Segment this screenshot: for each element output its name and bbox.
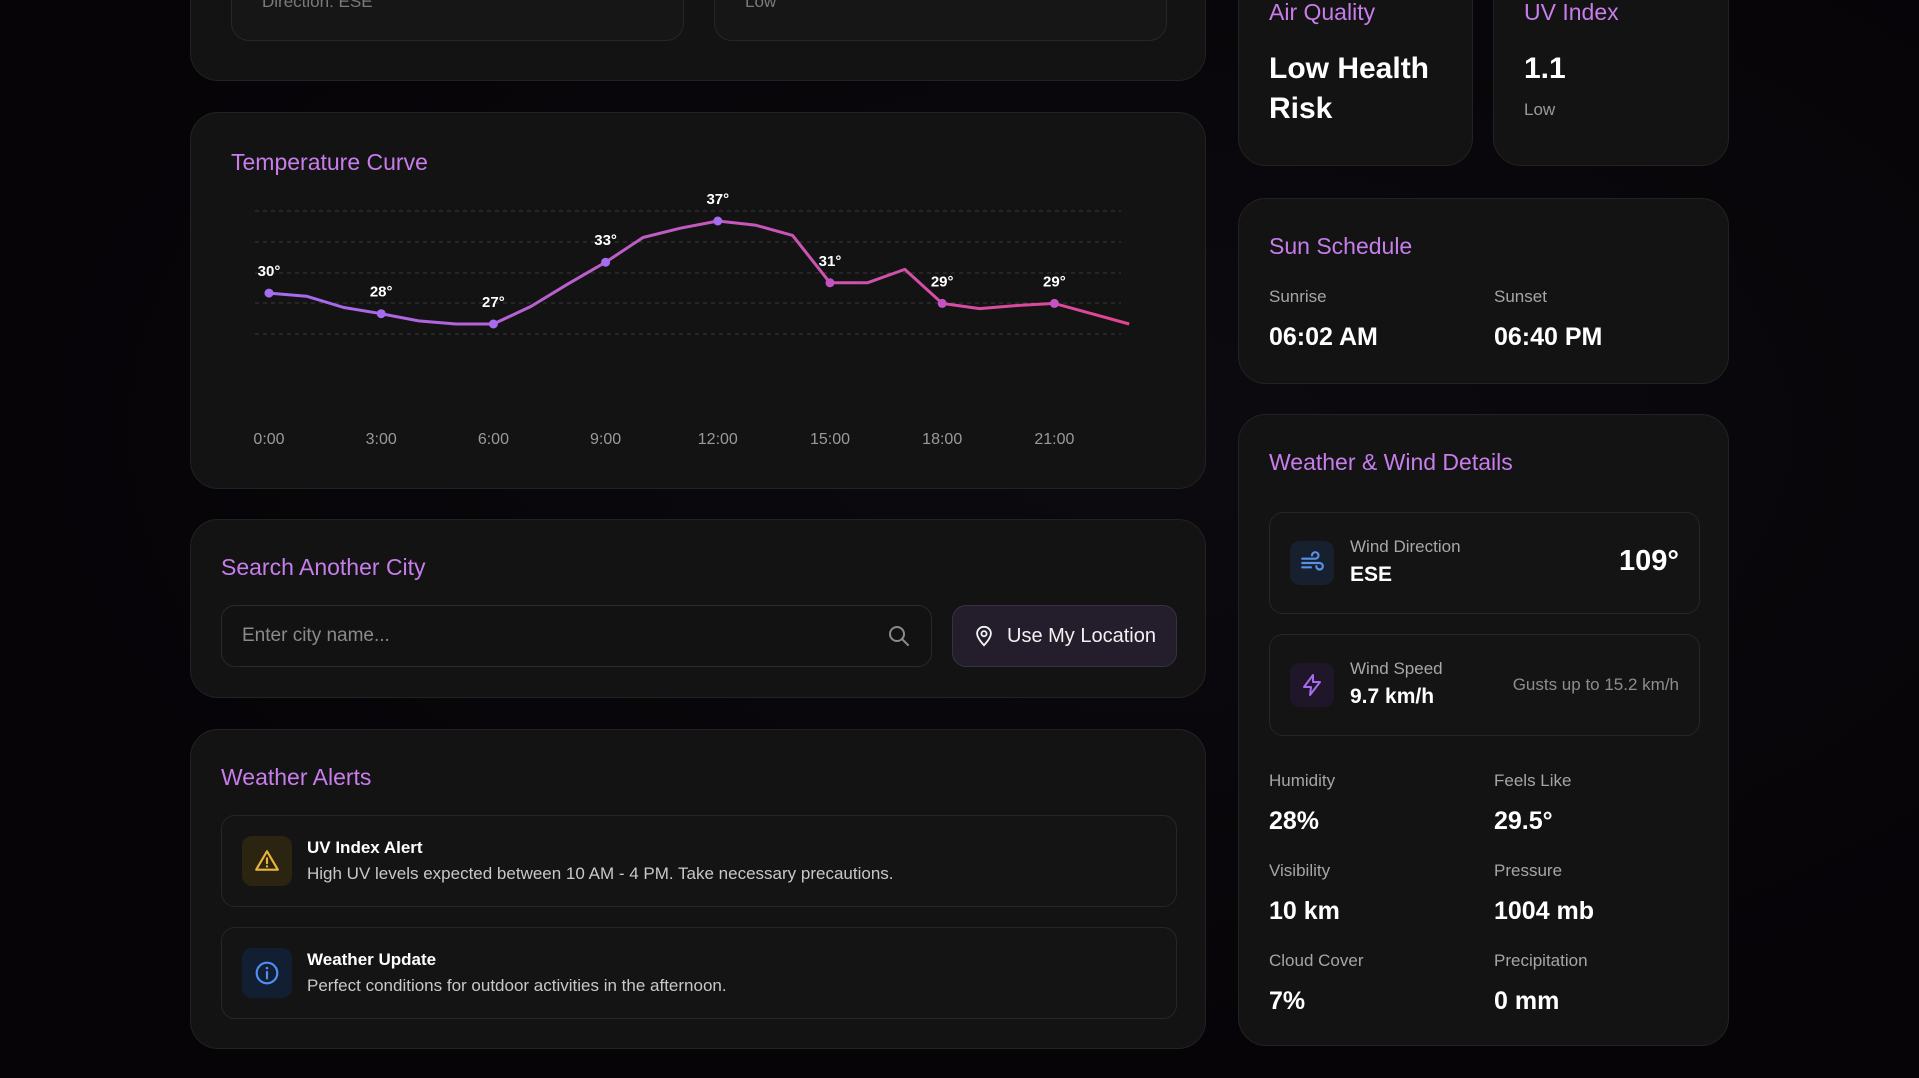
info-icon-wrap: [242, 948, 292, 998]
data-point[interactable]: [601, 257, 611, 267]
data-point[interactable]: [376, 309, 386, 319]
sunrise-value: 06:02 AM: [1269, 323, 1378, 351]
lightning-icon: [1303, 674, 1321, 696]
feels-like-value: 29.5°: [1494, 807, 1553, 835]
wind-direction-label: Wind Direction: [1350, 537, 1461, 556]
temperature-chart: 30° 28° 27° 33° 37° 31° 29° 29° 0:00 3:00 6:00 9:0…: [253, 191, 1130, 448]
lightning-icon-wrap: [1290, 663, 1334, 707]
wind-speed-label: Wind Speed: [1350, 659, 1443, 678]
uv-index-card: UV Index 1.1 Low: [1493, 0, 1729, 166]
air-quality-card: Air Quality Low Health Risk: [1238, 0, 1473, 166]
wind-icon: [1301, 551, 1324, 571]
data-point[interactable]: [1049, 298, 1059, 308]
pressure-label: Pressure: [1494, 861, 1563, 880]
precipitation-label: Precipitation: [1494, 951, 1588, 970]
data-label: 31°: [819, 253, 842, 270]
visibility-label: Visibility: [1269, 861, 1331, 880]
feels-like-label: Feels Like: [1494, 771, 1572, 790]
data-label: 28°: [370, 284, 393, 301]
uv-index-value: 1.1: [1524, 52, 1566, 85]
search-icon[interactable]: [887, 624, 911, 648]
wind-summary-card: Direction: ESE Low: [190, 0, 1206, 81]
x-tick-label: 6:00: [478, 431, 509, 448]
alerts-title: Weather Alerts: [221, 764, 372, 790]
data-point[interactable]: [937, 298, 947, 308]
city-search-input[interactable]: [242, 606, 862, 666]
alert-description: Perfect conditions for outdoor activitie…: [307, 976, 727, 995]
x-tick-label: 9:00: [590, 431, 621, 448]
use-my-location-label: Use My Location: [1007, 624, 1156, 647]
humidity-value: 28%: [1269, 807, 1320, 835]
temperature-curve-card: Temperature Curve 30° 28° 27° 33° 37° 31° 29° 2…: [190, 112, 1206, 489]
weather-wind-details-card: Weather & Wind Details Wind Direction ES…: [1238, 414, 1729, 1046]
x-tick-label: 15:00: [810, 431, 850, 448]
wind-gusts-text: Gusts up to 15.2 km/h: [1512, 675, 1679, 694]
warning-icon-wrap: [242, 836, 292, 886]
x-tick-label: 21:00: [1034, 431, 1074, 448]
alert-description: High UV levels expected between 10 AM - …: [307, 864, 894, 883]
x-tick-label: 18:00: [922, 431, 962, 448]
uv-index-title: UV Index: [1524, 0, 1619, 25]
cloud-cover-label: Cloud Cover: [1269, 951, 1364, 970]
level-text: Low: [745, 0, 777, 11]
humidity-label: Humidity: [1269, 771, 1336, 790]
wind-speed-value: 9.7 km/h: [1350, 685, 1435, 708]
search-title: Search Another City: [221, 554, 426, 580]
data-label: 37°: [706, 191, 729, 208]
search-city-card: Search Another City Use My Location: [190, 519, 1206, 698]
sunrise-label: Sunrise: [1269, 287, 1327, 306]
data-point[interactable]: [825, 278, 835, 288]
data-label: 30°: [258, 263, 281, 280]
sun-schedule-card: Sun Schedule Sunrise 06:02 AM Sunset 06:…: [1238, 198, 1729, 384]
data-label: 27°: [482, 294, 505, 311]
weather-update-alert: Weather Update Perfect conditions for ou…: [221, 927, 1177, 1019]
level-mini-card: Low: [714, 0, 1167, 41]
wind-details-title: Weather & Wind Details: [1269, 449, 1513, 475]
alert-title: UV Index Alert: [307, 838, 423, 857]
x-tick-label: 0:00: [253, 431, 284, 448]
data-label: 33°: [594, 232, 617, 249]
alert-title: Weather Update: [307, 950, 437, 969]
x-tick-label: 12:00: [698, 431, 738, 448]
data-point[interactable]: [264, 288, 274, 298]
wind-speed-box: Wind Speed 9.7 km/h Gusts up to 15.2 km/…: [1269, 634, 1700, 736]
wind-icon-wrap: [1290, 541, 1334, 585]
use-my-location-button[interactable]: Use My Location: [952, 605, 1177, 667]
data-label: 29°: [931, 273, 954, 290]
sunset-value: 06:40 PM: [1494, 323, 1603, 351]
cloud-cover-value: 7%: [1269, 987, 1306, 1015]
uv-index-level: Low: [1524, 100, 1556, 119]
data-label: 29°: [1043, 273, 1066, 290]
direction-mini-card: Direction: ESE: [231, 0, 684, 41]
map-pin-icon: [976, 625, 992, 647]
weather-alerts-card: Weather Alerts UV Index Alert High UV le…: [190, 729, 1206, 1049]
visibility-value: 10 km: [1269, 897, 1340, 925]
wind-direction-degrees: 109°: [1619, 545, 1679, 577]
wind-direction-value: ESE: [1350, 563, 1393, 586]
data-point[interactable]: [713, 216, 723, 226]
data-point[interactable]: [488, 319, 498, 329]
x-tick-label: 3:00: [366, 431, 397, 448]
uv-index-alert: UV Index Alert High UV levels expected b…: [221, 815, 1177, 907]
warning-icon: [255, 850, 279, 871]
pressure-value: 1004 mb: [1494, 897, 1595, 925]
air-quality-title: Air Quality: [1269, 0, 1376, 25]
sunset-label: Sunset: [1494, 287, 1547, 306]
sun-schedule-title: Sun Schedule: [1269, 233, 1413, 259]
precipitation-value: 0 mm: [1494, 987, 1560, 1015]
search-box[interactable]: [221, 605, 932, 667]
direction-text: Direction: ESE: [262, 0, 373, 11]
wind-direction-box: Wind Direction ESE 109°: [1269, 512, 1700, 614]
air-quality-value: Low Health Risk: [1269, 52, 1430, 125]
info-icon: [255, 961, 279, 985]
